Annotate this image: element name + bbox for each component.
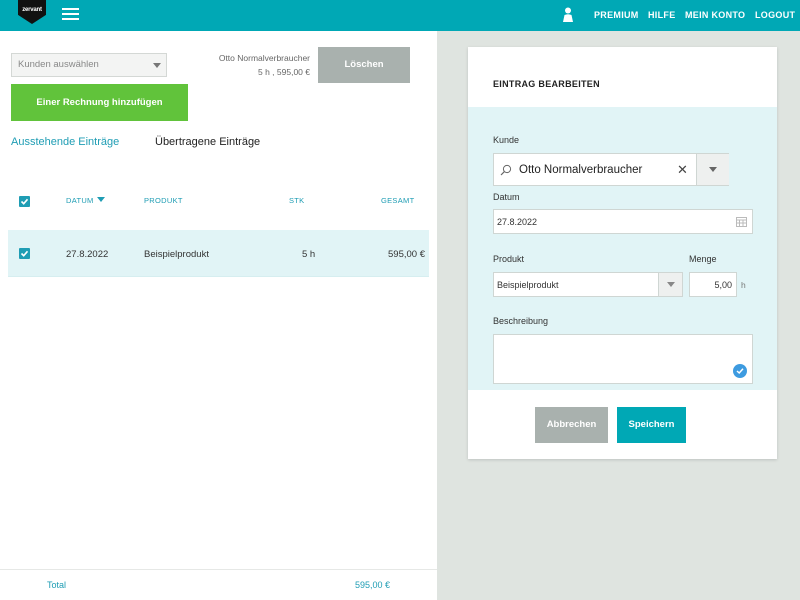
total-footer: Total 595,00 € [0,569,437,600]
column-header-total[interactable]: GESAMT [381,196,414,205]
chevron-down-icon [667,282,675,287]
nav-my-account[interactable]: MEIN KONTO [685,0,745,31]
selected-customer-name: Otto Normalverbraucher [218,53,310,63]
edit-entry-card: EINTRAG BEARBEITEN Kunde Otto Normalverb… [468,47,777,459]
row-date: 27.8.2022 [66,249,109,260]
product-label: Produkt [493,254,525,264]
customer-value: Otto Normalverbraucher [519,164,643,176]
nav-premium[interactable]: PREMIUM [594,0,639,31]
add-to-invoice-button[interactable]: Einer Rechnung hinzufügen [11,84,188,121]
product-dropdown-button[interactable] [658,273,682,296]
product-select[interactable]: Beispielprodukt [493,272,683,297]
customer-select-placeholder: Kunden auswählen [18,59,99,70]
row-qty: 5 h [302,249,316,260]
zervant-logo[interactable]: zervant [18,0,46,24]
date-field[interactable]: 27.8.2022 [493,209,753,234]
delete-button[interactable]: Löschen [318,47,410,83]
card-title: EINTRAG BEARBEITEN [493,79,600,89]
chevron-down-icon [709,167,717,172]
column-header-date-label: DATUM [66,196,94,205]
quantity-label: Menge [689,254,717,264]
top-bar: zervant PREMIUM HILFE MEIN KONTO LOGOUT [0,0,800,31]
quantity-value: 5,00 [714,280,732,290]
check-circle-icon [733,364,747,378]
user-icon[interactable] [562,7,574,22]
save-button[interactable]: Speichern [617,407,686,443]
select-all-checkbox[interactable] [19,196,30,207]
sort-desc-icon [96,197,105,202]
hamburger-menu-icon[interactable] [62,8,79,21]
product-value: Beispielprodukt [497,280,559,290]
customer-field[interactable]: Otto Normalverbraucher ✕ [493,153,729,186]
column-header-product[interactable]: PRODUKT [144,196,183,205]
row-checkbox[interactable] [19,248,30,259]
calendar-icon[interactable] [736,216,747,227]
total-value: 595,00 € [354,580,390,590]
total-label: Total [47,580,67,590]
entries-panel: Kunden auswählen Otto Normalverbraucher … [0,31,437,600]
column-header-date[interactable]: DATUM [66,196,105,205]
nav-logout[interactable]: LOGOUT [755,0,795,31]
edit-panel: EINTRAG BEARBEITEN Kunde Otto Normalverb… [437,31,800,600]
customer-dropdown-button[interactable] [697,154,729,185]
clear-icon[interactable]: ✕ [677,162,688,178]
column-header-qty[interactable]: STK [289,196,305,205]
tab-transferred-entries[interactable]: Übertragene Einträge [155,136,260,148]
logo-text: zervant [22,7,42,13]
row-total: 595,00 € [388,249,425,260]
description-field[interactable] [493,334,753,384]
nav-help[interactable]: HILFE [648,0,676,31]
customer-select[interactable]: Kunden auswählen [11,53,167,77]
date-value: 27.8.2022 [497,217,538,227]
date-label: Datum [493,192,520,202]
search-icon [500,164,512,176]
customer-label: Kunde [493,135,520,145]
quantity-field[interactable]: 5,00 [689,272,737,297]
cancel-button[interactable]: Abbrechen [535,407,608,443]
tab-pending-entries[interactable]: Ausstehende Einträge [11,136,119,148]
chevron-down-icon [153,63,161,68]
quantity-unit: h [741,280,746,290]
edit-form: Kunde Otto Normalverbraucher ✕ Datum 27.… [468,107,777,390]
selected-summary: 5 h , 595,00 € [258,67,310,77]
row-product: Beispielprodukt [144,249,209,260]
description-label: Beschreibung [493,316,549,326]
